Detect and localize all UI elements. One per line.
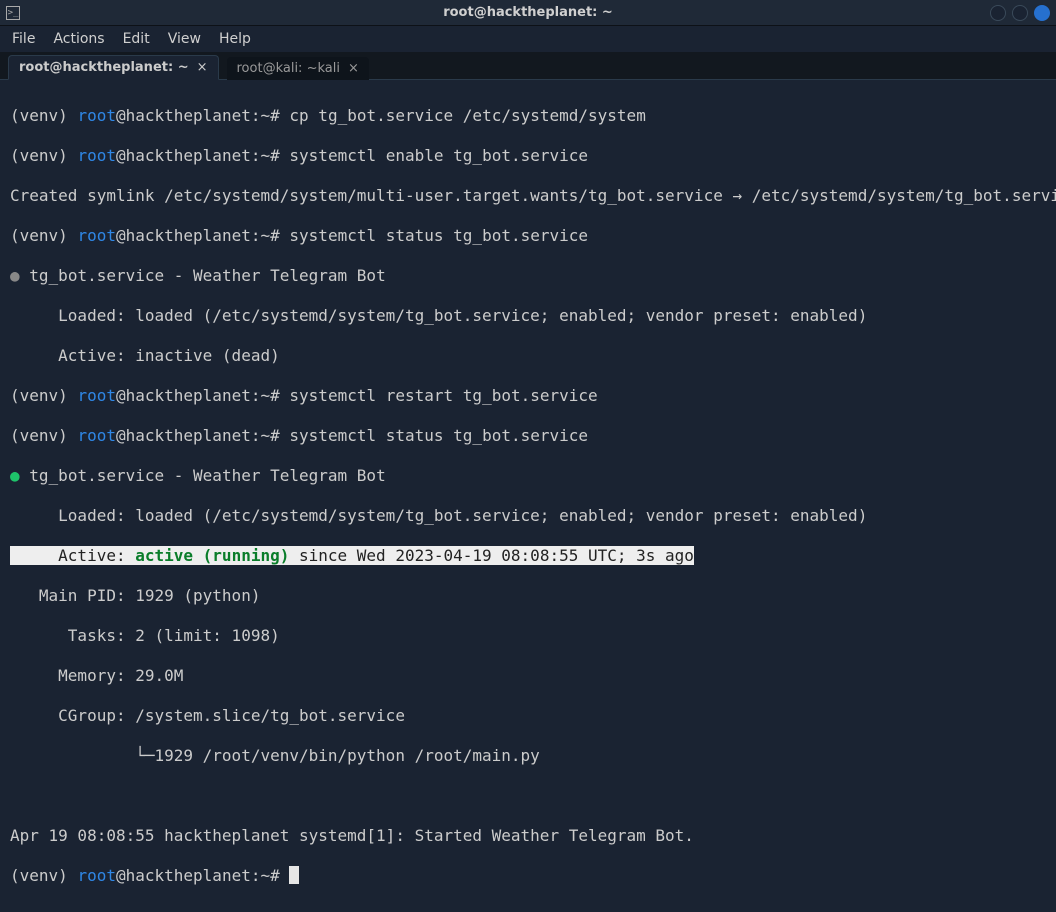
terminal-line	[10, 786, 1046, 806]
terminal-line: Memory: 29.0M	[10, 666, 1046, 686]
menu-actions[interactable]: Actions	[53, 31, 104, 47]
minimize-button[interactable]	[990, 5, 1006, 21]
titlebar: >_ root@hacktheplanet: ~	[0, 0, 1056, 26]
terminal-line: └─1929 /root/venv/bin/python /root/main.…	[10, 746, 1046, 766]
terminal-line: ● tg_bot.service - Weather Telegram Bot	[10, 266, 1046, 286]
menu-edit[interactable]: Edit	[123, 31, 150, 47]
terminal-line: ● tg_bot.service - Weather Telegram Bot	[10, 466, 1046, 486]
terminal-line: (venv) root@hacktheplanet:~# systemctl e…	[10, 146, 1046, 166]
terminal-line: CGroup: /system.slice/tg_bot.service	[10, 706, 1046, 726]
terminal-line: (venv) root@hacktheplanet:~# systemctl r…	[10, 386, 1046, 406]
terminal-line: (venv) root@hacktheplanet:~# systemctl s…	[10, 426, 1046, 446]
menubar: File Actions Edit View Help	[0, 26, 1056, 52]
maximize-button[interactable]	[1012, 5, 1028, 21]
tab-active[interactable]: root@hacktheplanet: ~ ×	[8, 55, 219, 80]
menu-help[interactable]: Help	[219, 31, 251, 47]
terminal-body[interactable]: (venv) root@hacktheplanet:~# cp tg_bot.s…	[0, 80, 1056, 912]
terminal-line: Active: inactive (dead)	[10, 346, 1046, 366]
terminal-line: Loaded: loaded (/etc/systemd/system/tg_b…	[10, 306, 1046, 326]
menu-file[interactable]: File	[12, 31, 35, 47]
close-icon[interactable]: ×	[197, 60, 208, 75]
terminal-line: (venv) root@hacktheplanet:~# systemctl s…	[10, 226, 1046, 246]
close-icon[interactable]: ×	[348, 61, 359, 76]
terminal-line: Loaded: loaded (/etc/systemd/system/tg_b…	[10, 506, 1046, 526]
terminal-icon: >_	[6, 6, 20, 20]
tabbar: root@hacktheplanet: ~ × root@kali: ~kali…	[0, 52, 1056, 80]
terminal-line: Tasks: 2 (limit: 1098)	[10, 626, 1046, 646]
window-title: root@hacktheplanet: ~	[443, 5, 613, 20]
tab-inactive[interactable]: root@kali: ~kali ×	[227, 57, 369, 80]
terminal-line: (venv) root@hacktheplanet:~#	[10, 866, 1046, 886]
tab-label: root@kali: ~kali	[237, 61, 340, 76]
cursor	[289, 866, 299, 884]
terminal-line: Created symlink /etc/systemd/system/mult…	[10, 186, 1046, 206]
terminal-line: Apr 19 08:08:55 hacktheplanet systemd[1]…	[10, 826, 1046, 846]
terminal-line: (venv) root@hacktheplanet:~# cp tg_bot.s…	[10, 106, 1046, 126]
terminal-line: Main PID: 1929 (python)	[10, 586, 1046, 606]
terminal-line: Active: active (running) since Wed 2023-…	[10, 546, 1046, 566]
menu-view[interactable]: View	[168, 31, 201, 47]
tab-label: root@hacktheplanet: ~	[19, 60, 189, 75]
close-button[interactable]	[1034, 5, 1050, 21]
